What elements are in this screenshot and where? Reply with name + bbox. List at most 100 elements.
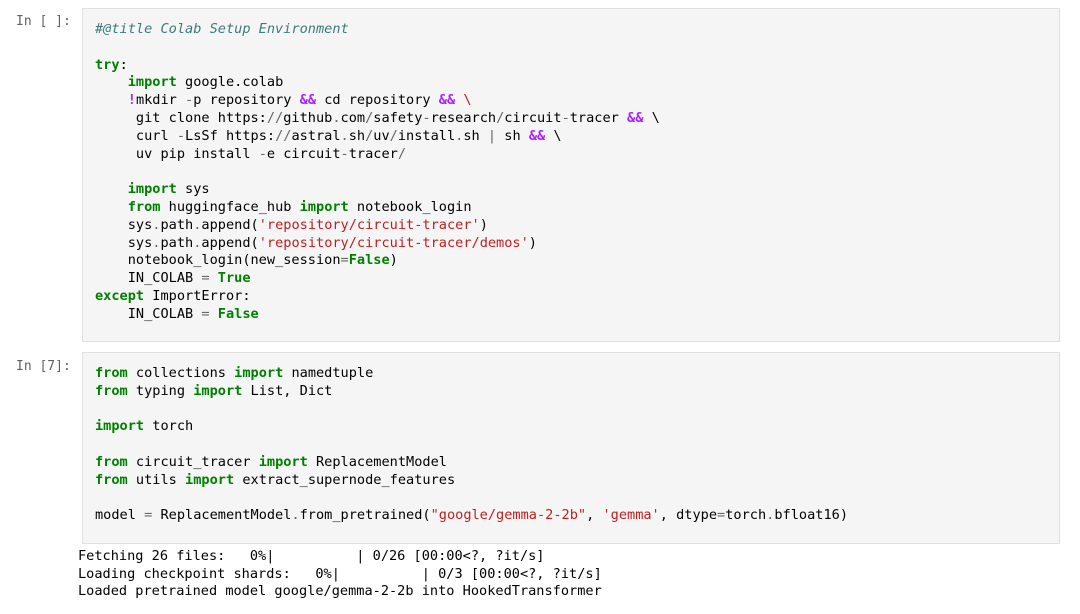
code-line: import torch [95,418,848,436]
code-line: sys.path.append('repository/circuit-trac… [95,217,660,235]
code-token: . [340,127,349,144]
code-token: . [291,507,300,524]
code-token: ) [528,234,537,251]
code-token: try [95,56,120,73]
code-token: com [340,109,366,126]
code-token: uv pip install [95,145,259,162]
code-token: path [160,234,194,251]
code-editor[interactable]: #@title Colab Setup Environment try: impo… [95,21,660,324]
code-token: ReplacementModel [307,453,447,470]
code-token: False [217,305,259,322]
code-token: huggingface_hub [160,198,300,215]
code-token: circuit [504,109,562,126]
code-token: tracer [348,145,398,162]
code-token: from [95,365,128,381]
code-token: research [430,109,497,126]
code-token: install [397,127,456,144]
code-token: import [127,181,177,198]
code-token: import [234,365,284,381]
code-token: notebook_login [348,198,472,215]
code-token: \ [545,127,562,144]
code-token: IN_COLAB [95,270,202,287]
code-token: typing [127,382,194,399]
code-token: append( [201,234,259,251]
code-line: from utils import extract_supernode_feat… [95,472,848,490]
code-token: \ [463,92,472,109]
code-line: IN_COLAB = True [95,270,660,288]
code-token: except [95,287,145,304]
code-token: safety [373,109,423,126]
code-token: ReplacementModel [152,507,292,524]
code-line: try: [95,57,660,75]
code-token: 'repository/circuit-tracer' [258,216,480,233]
code-line: notebook_login(new_session=False) [95,252,660,270]
code-line: uv pip install -e circuit-tracer/ [95,146,660,164]
code-token: 'repository/circuit-tracer/demos' [258,234,529,251]
code-line: !mkdir -p repository && cd repository &&… [95,92,660,110]
code-token: import [258,453,308,470]
code-line: IN_COLAB = False [95,306,660,324]
code-token: ! [127,92,136,109]
output-line: Loaded pretrained model google/gemma-2-2… [78,583,602,600]
code-token: from [95,453,128,470]
code-token: - [422,109,431,126]
code-token: append( [201,216,259,233]
code-token: circuit_tracer [127,453,259,470]
code-token: uv [373,127,390,144]
code-token: IN_COLAB [95,305,202,322]
code-token: sh [463,127,488,144]
code-editor[interactable]: from collections import namedtuple from t… [95,365,848,525]
code-input-area[interactable]: #@title Colab Setup Environment try: impo… [82,8,1060,342]
code-token: git clone https: [95,109,267,126]
code-token: // [266,109,284,126]
code-line: model = ReplacementModel.from_pretrained… [95,507,848,525]
code-token: #@title Colab Setup Environment [95,21,349,37]
code-token: e circuit [266,145,341,162]
code-line: from typing import List, Dict [95,383,848,401]
code-token: . [332,109,341,126]
code-token: github [283,109,333,126]
code-token: sys [176,181,210,198]
code-line: from huggingface_hub import notebook_log… [95,199,660,217]
code-cell-setup[interactable]: In [ ]: #@title Colab Setup Environment t… [0,0,1080,345]
code-token: import [193,382,243,399]
code-token: cd repository [316,92,439,109]
code-token: ) [479,216,488,233]
code-token: sh [496,127,529,144]
code-token: - [340,145,349,162]
code-cell-imports[interactable]: In [7]: from collections import namedtup… [0,345,1080,614]
cell-prompt: In [7]: [16,359,71,374]
code-token: 'gemma' [602,507,660,524]
code-token: tracer [569,109,628,126]
code-line: git clone https://github.com/safety-rese… [95,110,660,128]
code-token: LsSf https: [185,127,276,144]
code-token: import [299,198,349,215]
code-token: / [389,127,398,144]
code-token: import [127,74,177,91]
code-line: import sys [95,181,660,199]
code-input-area[interactable]: from collections import namedtuple from t… [82,352,1060,544]
code-token: ) [389,252,398,269]
code-token: , dtype [659,507,718,524]
code-token: namedtuple [283,365,374,381]
code-token: , [586,507,603,524]
output-line: Loading checkpoint shards: 0%| | 0/3 [00… [78,565,602,582]
code-token: ImportError: [144,287,251,304]
code-token: = [201,270,210,287]
code-line: except ImportError: [95,288,660,306]
code-token: google.colab [176,74,284,91]
code-token: - [185,92,194,109]
code-token: mkdir [135,92,186,109]
code-token: p repository [193,92,300,109]
code-token: / [397,145,407,162]
code-token: "google/gemma-2-2b" [430,507,587,524]
code-token: sys [95,234,153,251]
